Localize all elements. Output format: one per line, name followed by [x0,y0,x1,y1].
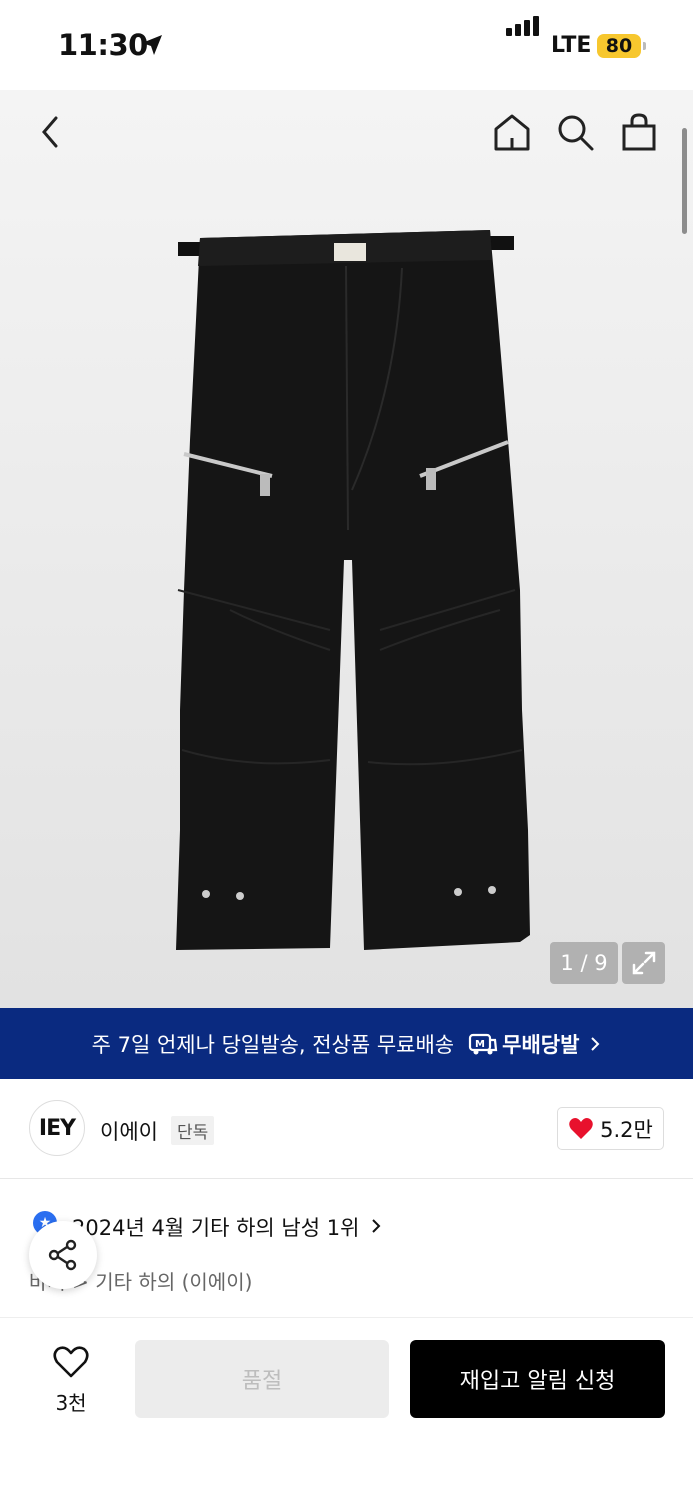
product-image [176,230,530,950]
share-icon [48,1239,77,1271]
chevron-right-icon [372,1219,381,1233]
bottom-action-bar: 3천 품절 재입고 알림 신청 [0,1319,693,1500]
ranking-link[interactable]: 2024년 4월 기타 하의 남성 1위 [72,1212,359,1242]
soldout-button: 품절 [135,1340,389,1418]
brand-logo[interactable]: IEY [29,1100,85,1156]
expand-icon [632,951,655,975]
scrollbar[interactable] [682,128,687,234]
top-navigation [0,90,693,174]
delivery-banner[interactable]: 주 7일 언제나 당일발송, 전상품 무료배송 M 무배당발 [0,1008,693,1079]
network-label: LTE [551,33,592,58]
wishlist-button[interactable]: 3천 [38,1345,104,1416]
brand-row: IEY 이에이 단독 5.2만 [0,1079,693,1179]
status-time: 11:30 [58,28,148,62]
search-button[interactable] [553,110,597,154]
exclusive-tag: 단독 [171,1116,215,1145]
search-icon [558,115,594,151]
ranking-section: ★ 2024년 4월 기타 하의 남성 1위 바지 > 기타 하의 (이에이) [0,1180,693,1318]
banner-badge: M 무배당발 [468,1029,579,1059]
shopping-bag-icon [622,113,656,151]
status-bar: 11:30 LTE 80 [0,0,693,90]
banner-text: 주 7일 언제나 당일발송, 전상품 무료배송 [91,1032,455,1057]
chevron-left-icon [42,116,58,148]
home-button[interactable] [490,110,534,154]
wishlist-count: 3천 [55,1391,87,1415]
heart-outline-icon [53,1346,89,1378]
back-button[interactable] [28,110,72,154]
product-image-gallery[interactable] [0,90,693,1008]
brand-name[interactable]: 이에이 [100,1116,158,1146]
location-arrow-icon [142,35,162,55]
banner-badge-label: 무배당발 [502,1032,580,1057]
battery-icon: 80 [597,34,641,58]
home-icon [494,114,530,151]
svg-text:M: M [475,1039,485,1050]
truck-icon: M [469,1033,498,1054]
chevron-right-icon [591,1036,600,1051]
image-page-indicator: 1 / 9 [550,942,618,984]
share-button[interactable] [29,1221,97,1289]
brand-like-button[interactable]: 5.2만 [557,1107,664,1150]
battery-tip [643,42,646,50]
brand-like-count: 5.2만 [600,1117,653,1142]
heart-filled-icon [569,1117,593,1139]
cart-button[interactable] [617,110,661,154]
battery-level: 80 [605,35,633,57]
restock-alert-button[interactable]: 재입고 알림 신청 [410,1340,665,1418]
expand-image-button[interactable] [622,942,665,984]
